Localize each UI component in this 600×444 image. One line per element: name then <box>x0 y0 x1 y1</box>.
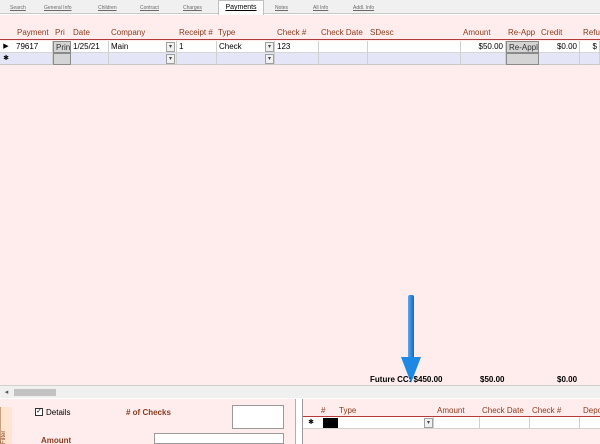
new-receipt-cell[interactable] <box>177 53 217 65</box>
checks-subgrid-header: # Type Amount Check Date Check # Depo <box>303 405 600 417</box>
scroll-thumb[interactable] <box>14 389 56 396</box>
reapply-button[interactable]: Re-Appl <box>506 41 539 53</box>
new-check-date-cell[interactable] <box>319 53 368 65</box>
sub-col-type: Type <box>339 406 357 415</box>
scroll-left-icon[interactable]: ◂ <box>2 388 11 397</box>
check-no-cell[interactable]: 123 <box>275 41 319 53</box>
receipt-cell[interactable]: 1 <box>177 41 217 53</box>
annotation-arrow-icon <box>401 295 421 383</box>
details-label: Details <box>46 408 71 417</box>
col-reapp: Re-App <box>508 28 536 37</box>
tab-notes[interactable]: Notes <box>275 2 288 14</box>
new-check-no-cell[interactable] <box>275 53 319 65</box>
num-checks-field[interactable] <box>232 405 284 429</box>
checks-new-row[interactable]: ✱ ▾ <box>303 417 600 429</box>
print-button[interactable]: Prin <box>53 41 71 53</box>
sub-number-cell[interactable] <box>323 418 338 428</box>
company-dropdown-icon[interactable]: ▾ <box>166 42 175 52</box>
new-reapply-button[interactable] <box>506 53 539 65</box>
table-row[interactable]: ▶ 79617 Prin 1/25/21 Main ▾ 1 Check ▾ 12… <box>0 41 600 53</box>
sub-check-no-cell[interactable] <box>530 417 580 429</box>
new-sdesc-cell[interactable] <box>368 53 461 65</box>
new-date-cell[interactable] <box>71 53 109 65</box>
date-cell[interactable]: 1/25/21 <box>71 41 109 53</box>
col-receipt: Receipt # <box>179 28 213 37</box>
details-panel: Filter ✓ Details # of Checks Amount <box>0 399 296 444</box>
payments-form: Payment Pri Date Company Receipt # Type … <box>0 15 600 398</box>
sub-new-record-icon: ✱ <box>308 419 314 426</box>
col-check-date: Check Date <box>321 28 363 37</box>
num-checks-label: # of Checks <box>126 408 171 417</box>
tab-children[interactable]: Children <box>98 2 117 14</box>
amount-label: Amount <box>41 436 72 444</box>
sub-col-check-date: Check Date <box>482 406 524 415</box>
refund-cell[interactable]: $ <box>580 41 600 53</box>
sub-col-amount: Amount <box>437 406 465 415</box>
amount-field[interactable] <box>154 433 284 444</box>
new-payment-cell[interactable] <box>14 53 53 65</box>
sub-col-deposit: Depo <box>583 406 600 415</box>
sdesc-cell[interactable] <box>368 41 461 53</box>
col-refund: Refu <box>583 28 600 37</box>
new-record-row[interactable]: ✱ ▾ ▾ <box>0 53 600 65</box>
col-amount: Amount <box>463 28 491 37</box>
filter-side-tab[interactable]: Filter <box>0 407 12 444</box>
tab-all-info[interactable]: All Info <box>313 2 328 14</box>
col-check-no: Check # <box>277 28 307 37</box>
amount-cell[interactable]: $50.00 <box>461 41 506 53</box>
sub-check-date-cell[interactable] <box>480 417 530 429</box>
horizontal-scrollbar[interactable]: ◂ <box>0 385 600 398</box>
new-company-dropdown-icon[interactable]: ▾ <box>166 54 175 64</box>
sub-type-dropdown-icon[interactable]: ▾ <box>424 418 433 428</box>
new-credit-cell[interactable] <box>539 53 580 65</box>
details-checkbox[interactable]: ✓ <box>35 408 43 416</box>
col-pri: Pri <box>55 28 65 37</box>
sub-col-number: # <box>321 406 326 415</box>
col-type: Type <box>218 28 236 37</box>
new-amount-cell[interactable] <box>461 53 506 65</box>
type-dropdown-icon[interactable]: ▾ <box>265 42 274 52</box>
check-date-cell[interactable] <box>319 41 368 53</box>
col-date: Date <box>73 28 90 37</box>
payment-cell[interactable]: 79617 <box>14 41 53 53</box>
sub-col-check-no: Check # <box>532 406 562 415</box>
credit-total: $0.00 <box>557 375 578 384</box>
col-sdesc: SDesc <box>370 28 394 37</box>
checks-subgrid: # Type Amount Check Date Check # Depo ✱ … <box>302 399 600 444</box>
row-selector-icon[interactable]: ▶ <box>0 41 12 53</box>
col-company: Company <box>111 28 146 37</box>
sub-type-select[interactable] <box>338 417 434 429</box>
tab-strip: Search General Info Children Contract Ch… <box>0 0 600 15</box>
tab-payments[interactable]: Payments <box>218 0 264 15</box>
new-type-dropdown-icon[interactable]: ▾ <box>265 54 274 64</box>
amount-total: $50.00 <box>480 375 505 384</box>
sub-deposit-cell[interactable] <box>580 417 600 429</box>
col-payment: Payment <box>17 28 49 37</box>
col-credit: Credit <box>541 28 563 37</box>
tab-general-info[interactable]: General Info <box>44 2 72 14</box>
tab-contract[interactable]: Contract <box>140 2 159 14</box>
future-cc-total: Future CC: $450.00 <box>370 375 443 384</box>
credit-cell[interactable]: $0.00 <box>539 41 580 53</box>
new-refund-cell[interactable] <box>580 53 600 65</box>
tab-charges[interactable]: Charges <box>183 2 202 14</box>
tab-addl-info[interactable]: Addl. Info <box>353 2 374 14</box>
new-print-button[interactable] <box>53 53 71 65</box>
tab-search[interactable]: Search <box>10 2 26 14</box>
payments-grid-header: Payment Pri Date Company Receipt # Type … <box>0 27 600 40</box>
new-record-icon: ✱ <box>3 55 9 62</box>
sub-amount-cell[interactable] <box>434 417 480 429</box>
